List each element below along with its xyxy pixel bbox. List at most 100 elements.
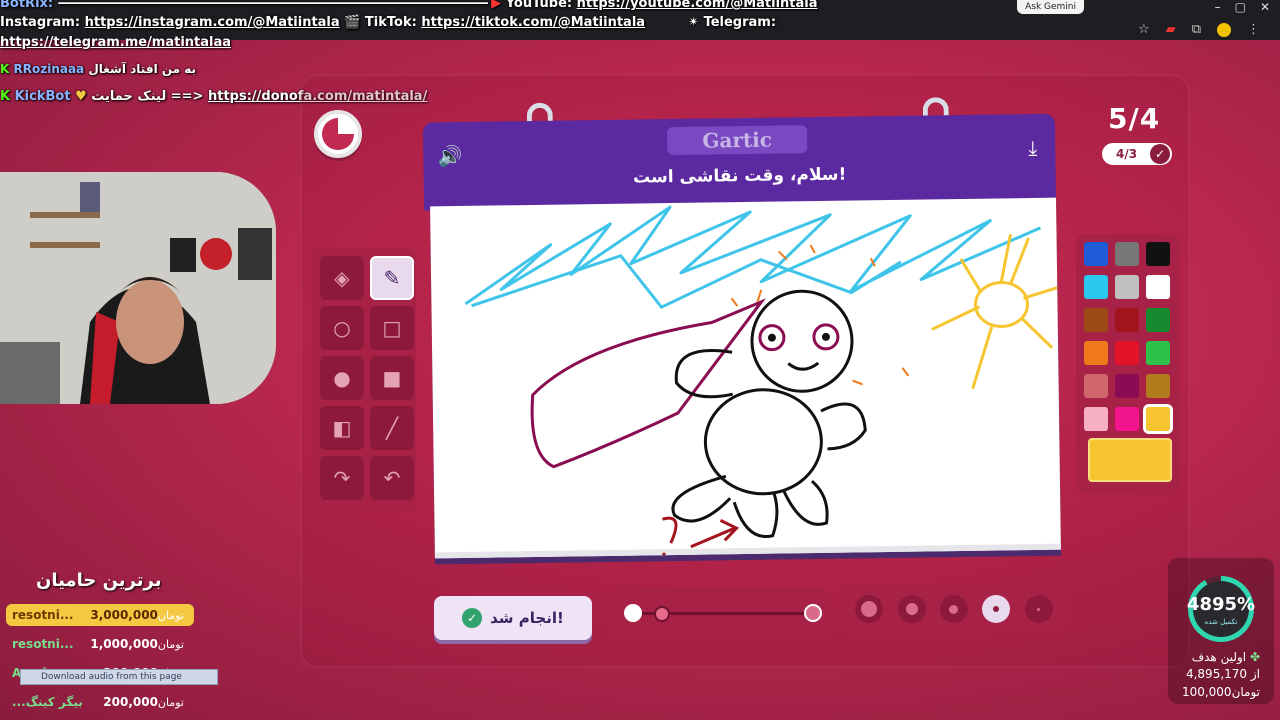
color-palette xyxy=(1076,234,1180,494)
telegram-label: Telegram: xyxy=(703,15,777,30)
chat-message: لینک حمایت ==> xyxy=(91,89,204,104)
brush-size-picker xyxy=(840,584,1068,634)
donor-row: ...بیگر کینگ تومان200,000 xyxy=(6,691,194,713)
tiktok-link[interactable]: https://tiktok.com/@Matiintala xyxy=(421,15,645,30)
slider-handle[interactable] xyxy=(654,606,670,622)
color-swatch[interactable] xyxy=(1146,275,1170,299)
round-counter: 5/4 xyxy=(1108,102,1161,135)
eraser-tool-button[interactable]: ◈ xyxy=(320,256,364,300)
drawing-canvas[interactable] xyxy=(430,197,1061,559)
brush-size-dot xyxy=(1037,607,1041,611)
youtube-link[interactable]: https://youtube.com/@Matiintala xyxy=(577,0,818,11)
sound-icon[interactable]: 🔊 xyxy=(437,144,462,168)
pencil-tool-button[interactable]: ✎ xyxy=(370,256,414,300)
goal-raised: 4,895,170 از xyxy=(1185,667,1260,681)
color-swatch[interactable] xyxy=(1084,407,1108,431)
donor-row: resotni... تومان3,000,000 xyxy=(6,604,194,626)
color-swatch[interactable] xyxy=(1084,308,1108,332)
goal-percent: 4895% xyxy=(1186,594,1256,615)
goal-target: 100,000تومان xyxy=(1181,685,1260,699)
donor-amount: تومان200,000 xyxy=(103,695,184,709)
webcam-feed xyxy=(0,172,276,404)
chat-user: BotRix: xyxy=(0,0,54,11)
done-button[interactable]: ✓ انجام شد! xyxy=(434,596,592,640)
undo-button[interactable]: ↶ xyxy=(370,456,414,500)
color-swatch[interactable] xyxy=(1115,242,1139,266)
page-title: سلام، وقت نقاشی است! xyxy=(632,164,847,188)
download-icon[interactable]: ⤓ xyxy=(1028,136,1037,160)
filled-ellipse-tool-button[interactable]: ● xyxy=(320,356,364,400)
top-donors-title: برترین حامیان xyxy=(36,570,162,591)
line-tool-button[interactable]: ╱ xyxy=(370,406,414,450)
ask-gemini-button[interactable]: Ask Gemini xyxy=(1017,0,1084,14)
color-swatch[interactable] xyxy=(1115,374,1139,398)
brush-size-dot xyxy=(905,603,918,615)
color-swatch[interactable] xyxy=(1146,374,1170,398)
chat-user: RRozinaaa xyxy=(13,62,85,76)
puzzle-icon[interactable]: ⧉ xyxy=(1192,22,1201,37)
players-done-badge: 4/3 ✓ xyxy=(1102,143,1172,165)
donation-goal-widget: 4895% تکمیل شده اولین هدف ✤ 4,895,170 از… xyxy=(1168,558,1274,704)
maximize-icon[interactable]: ▢ xyxy=(1235,0,1246,14)
drawing-board: 🔊 Gartic ⤓ سلام، وقت نقاشی است! xyxy=(422,97,1071,583)
filled-rectangle-tool-button[interactable]: ■ xyxy=(370,356,414,400)
overlay-chat-line: K RRozinaaa به من افتاد آشغال xyxy=(0,62,196,76)
youtube-label: YouTube: xyxy=(505,0,573,11)
color-swatch[interactable] xyxy=(1143,404,1173,434)
overlay-chat-line: BotRix: ————————————————————————————————… xyxy=(0,0,818,11)
chat-message: به من افتاد آشغال xyxy=(88,62,197,76)
toolbar-icons: ☆ ▰ ⧉ ⋮ xyxy=(1138,22,1260,37)
instagram-link[interactable]: https://instagram.com/@Matiintala xyxy=(85,15,340,30)
rectangle-tool-button[interactable]: □ xyxy=(370,306,414,350)
donor-name: resotni... xyxy=(12,637,74,651)
fill-bucket-tool-button[interactable]: ◧ xyxy=(320,406,364,450)
opacity-slider[interactable] xyxy=(610,588,830,638)
brush-size-option[interactable] xyxy=(855,595,884,623)
telegram-link[interactable]: https://telegram.me/matintalaa xyxy=(0,35,231,50)
brush-size-dot xyxy=(993,606,1000,612)
players-done-count: 4/3 xyxy=(1116,147,1138,161)
star-icon[interactable]: ☆ xyxy=(1138,22,1150,37)
download-audio-bar[interactable]: Download audio from this page xyxy=(20,669,218,685)
donor-amount: تومان1,000,000 xyxy=(90,637,184,651)
goal-label: اولین هدف ✤ xyxy=(1191,650,1260,664)
color-swatch[interactable] xyxy=(1115,341,1139,365)
color-swatch[interactable] xyxy=(1084,341,1108,365)
check-icon: ✓ xyxy=(462,608,483,628)
youtube-icon: ▶ xyxy=(491,0,502,11)
donor-name: resotni... xyxy=(12,608,74,622)
color-swatch[interactable] xyxy=(1146,242,1170,266)
brush-size-option[interactable] xyxy=(897,595,926,623)
extension-icon[interactable]: ▰ xyxy=(1166,22,1176,37)
goal-sub-label: تکمیل شده xyxy=(1204,618,1238,626)
opacity-max-icon xyxy=(804,604,822,622)
menu-icon[interactable]: ⋮ xyxy=(1247,22,1260,37)
drawing-artwork xyxy=(464,205,1058,557)
color-swatch[interactable] xyxy=(1115,275,1139,299)
swatch-grid xyxy=(1084,242,1173,434)
clover-icon: ✤ xyxy=(1249,650,1260,664)
brush-size-option[interactable] xyxy=(939,595,968,623)
color-swatch[interactable] xyxy=(1115,407,1139,431)
minimize-icon[interactable]: – xyxy=(1215,0,1221,14)
brush-size-option[interactable] xyxy=(1024,595,1053,623)
overlay-chat-line: https://telegram.me/matintalaa xyxy=(0,35,231,50)
close-icon[interactable]: ✕ xyxy=(1260,0,1270,14)
profile-avatar[interactable] xyxy=(1217,22,1231,37)
donor-amount: تومان3,000,000 xyxy=(90,608,184,622)
color-swatch[interactable] xyxy=(1084,242,1108,266)
heart-icon: ♥ xyxy=(75,89,87,104)
redo-button[interactable]: ↷ xyxy=(320,456,364,500)
check-icon: ✓ xyxy=(1150,144,1170,164)
kick-icon: K xyxy=(0,62,10,76)
color-swatch[interactable] xyxy=(1115,308,1139,332)
brush-size-dot xyxy=(861,601,878,617)
kick-icon: K xyxy=(0,89,11,104)
color-swatch[interactable] xyxy=(1146,341,1170,365)
color-swatch[interactable] xyxy=(1146,308,1170,332)
ellipse-tool-button[interactable]: ○ xyxy=(320,306,364,350)
brush-size-option[interactable] xyxy=(982,595,1011,623)
donor-row: resotni... تومان1,000,000 xyxy=(6,633,194,655)
color-swatch[interactable] xyxy=(1084,374,1108,398)
color-swatch[interactable] xyxy=(1084,275,1108,299)
